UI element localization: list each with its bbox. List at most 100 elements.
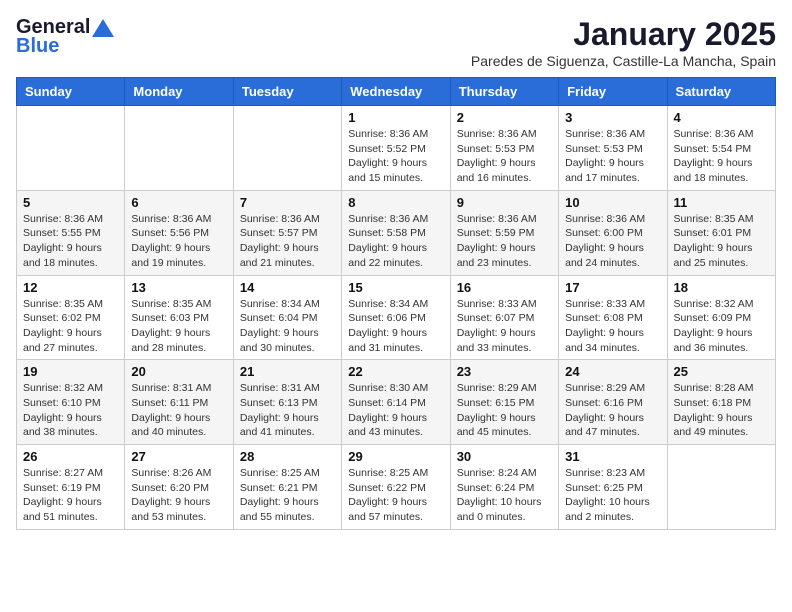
- day-number: 22: [348, 364, 443, 379]
- day-info: Sunrise: 8:36 AM Sunset: 5:53 PM Dayligh…: [565, 127, 660, 186]
- calendar-day-30: 30 Sunrise: 8:24 AM Sunset: 6:24 PM Dayli…: [450, 445, 558, 530]
- calendar-day-21: 21Sunrise: 8:31 AM Sunset: 6:13 PM Dayli…: [233, 360, 341, 445]
- logo-blue-text: Blue: [16, 35, 59, 58]
- day-number: 3: [565, 110, 660, 125]
- day-number: 11: [674, 195, 769, 210]
- calendar-header-wednesday: Wednesday: [342, 78, 450, 106]
- day-info: Sunrise: 8:27 AM Sunset: 6:19 PM Dayligh…: [23, 466, 118, 525]
- calendar-day-29: 29 Sunrise: 8:25 AM Sunset: 6:22 PM Dayli…: [342, 445, 450, 530]
- day-number: 23: [457, 364, 552, 379]
- day-number: 1: [348, 110, 443, 125]
- day-info: Sunrise: 8:29 AM Sunset: 6:15 PM Dayligh…: [457, 381, 552, 440]
- day-number: 16: [457, 280, 552, 295]
- day-info: Sunrise: 8:33 AM Sunset: 6:08 PM Dayligh…: [565, 297, 660, 356]
- page-header: General Blue January 2025 Paredes de Sig…: [16, 16, 776, 69]
- day-info: Sunrise: 8:32 AM Sunset: 6:10 PM Dayligh…: [23, 381, 118, 440]
- day-number: 9: [457, 195, 552, 210]
- day-info: Sunrise: 8:36 AM Sunset: 5:58 PM Dayligh…: [348, 212, 443, 271]
- day-info: Sunrise: 8:35 AM Sunset: 6:03 PM Dayligh…: [131, 297, 226, 356]
- day-number: 29: [348, 449, 443, 464]
- calendar-week-row: 19 Sunrise: 8:32 AM Sunset: 6:10 PM Dayli…: [17, 360, 776, 445]
- day-number: 8: [348, 195, 443, 210]
- calendar-day-6: 6 Sunrise: 8:36 AM Sunset: 5:56 PM Daylig…: [125, 190, 233, 275]
- day-info: Sunrise: 8:25 AM Sunset: 6:22 PM Dayligh…: [348, 466, 443, 525]
- calendar-week-row: 1 Sunrise: 8:36 AM Sunset: 5:52 PM Daylig…: [17, 106, 776, 191]
- calendar-day-9: 9 Sunrise: 8:36 AM Sunset: 5:59 PM Daylig…: [450, 190, 558, 275]
- calendar-day-19: 19 Sunrise: 8:32 AM Sunset: 6:10 PM Dayli…: [17, 360, 125, 445]
- day-info: Sunrise: 8:28 AM Sunset: 6:18 PM Dayligh…: [674, 381, 769, 440]
- day-info: Sunrise: 8:30 AM Sunset: 6:14 PM Dayligh…: [348, 381, 443, 440]
- day-number: 15: [348, 280, 443, 295]
- calendar-header-thursday: Thursday: [450, 78, 558, 106]
- calendar-header-sunday: Sunday: [17, 78, 125, 106]
- day-info: Sunrise: 8:33 AM Sunset: 6:07 PM Dayligh…: [457, 297, 552, 356]
- calendar-week-row: 12 Sunrise: 8:35 AM Sunset: 6:02 PM Dayli…: [17, 275, 776, 360]
- calendar-day-23: 23 Sunrise: 8:29 AM Sunset: 6:15 PM Dayli…: [450, 360, 558, 445]
- day-info: Sunrise: 8:36 AM Sunset: 5:57 PM Dayligh…: [240, 212, 335, 271]
- calendar-header-row: SundayMondayTuesdayWednesdayThursdayFrid…: [17, 78, 776, 106]
- day-number: 18: [674, 280, 769, 295]
- calendar-day-4: 4Sunrise: 8:36 AM Sunset: 5:54 PM Daylig…: [667, 106, 775, 191]
- day-number: 27: [131, 449, 226, 464]
- day-number: 13: [131, 280, 226, 295]
- day-number: 28: [240, 449, 335, 464]
- day-info: Sunrise: 8:26 AM Sunset: 6:20 PM Dayligh…: [131, 466, 226, 525]
- calendar-day-13: 13 Sunrise: 8:35 AM Sunset: 6:03 PM Dayli…: [125, 275, 233, 360]
- calendar-day-31: 31Sunrise: 8:23 AM Sunset: 6:25 PM Dayli…: [559, 445, 667, 530]
- calendar-day-15: 15Sunrise: 8:34 AM Sunset: 6:06 PM Dayli…: [342, 275, 450, 360]
- calendar-day-10: 10 Sunrise: 8:36 AM Sunset: 6:00 PM Dayli…: [559, 190, 667, 275]
- day-number: 24: [565, 364, 660, 379]
- day-info: Sunrise: 8:34 AM Sunset: 6:04 PM Dayligh…: [240, 297, 335, 356]
- day-info: Sunrise: 8:31 AM Sunset: 6:11 PM Dayligh…: [131, 381, 226, 440]
- calendar-day-2: 2Sunrise: 8:36 AM Sunset: 5:53 PM Daylig…: [450, 106, 558, 191]
- day-info: Sunrise: 8:36 AM Sunset: 5:59 PM Dayligh…: [457, 212, 552, 271]
- calendar-table: SundayMondayTuesdayWednesdayThursdayFrid…: [16, 77, 776, 530]
- calendar-day-17: 17Sunrise: 8:33 AM Sunset: 6:08 PM Dayli…: [559, 275, 667, 360]
- day-info: Sunrise: 8:36 AM Sunset: 5:56 PM Dayligh…: [131, 212, 226, 271]
- calendar-header-saturday: Saturday: [667, 78, 775, 106]
- calendar-day-7: 7 Sunrise: 8:36 AM Sunset: 5:57 PM Daylig…: [233, 190, 341, 275]
- calendar-title: January 2025: [471, 16, 776, 53]
- calendar-day-5: 5 Sunrise: 8:36 AM Sunset: 5:55 PM Daylig…: [17, 190, 125, 275]
- logo: General Blue: [16, 16, 114, 58]
- day-info: Sunrise: 8:25 AM Sunset: 6:21 PM Dayligh…: [240, 466, 335, 525]
- calendar-day-24: 24 Sunrise: 8:29 AM Sunset: 6:16 PM Dayli…: [559, 360, 667, 445]
- calendar-empty-cell: [233, 106, 341, 191]
- calendar-day-11: 11 Sunrise: 8:35 AM Sunset: 6:01 PM Dayli…: [667, 190, 775, 275]
- day-number: 20: [131, 364, 226, 379]
- day-number: 10: [565, 195, 660, 210]
- calendar-day-26: 26 Sunrise: 8:27 AM Sunset: 6:19 PM Dayli…: [17, 445, 125, 530]
- day-number: 31: [565, 449, 660, 464]
- calendar-week-row: 5 Sunrise: 8:36 AM Sunset: 5:55 PM Daylig…: [17, 190, 776, 275]
- day-info: Sunrise: 8:36 AM Sunset: 5:52 PM Dayligh…: [348, 127, 443, 186]
- day-info: Sunrise: 8:36 AM Sunset: 5:53 PM Dayligh…: [457, 127, 552, 186]
- calendar-empty-cell: [17, 106, 125, 191]
- day-number: 30: [457, 449, 552, 464]
- day-info: Sunrise: 8:36 AM Sunset: 6:00 PM Dayligh…: [565, 212, 660, 271]
- calendar-day-22: 22 Sunrise: 8:30 AM Sunset: 6:14 PM Dayli…: [342, 360, 450, 445]
- calendar-day-20: 20 Sunrise: 8:31 AM Sunset: 6:11 PM Dayli…: [125, 360, 233, 445]
- calendar-day-14: 14Sunrise: 8:34 AM Sunset: 6:04 PM Dayli…: [233, 275, 341, 360]
- day-number: 7: [240, 195, 335, 210]
- logo-icon: [92, 19, 114, 37]
- day-number: 12: [23, 280, 118, 295]
- calendar-empty-cell: [125, 106, 233, 191]
- day-number: 4: [674, 110, 769, 125]
- calendar-day-25: 25Sunrise: 8:28 AM Sunset: 6:18 PM Dayli…: [667, 360, 775, 445]
- calendar-day-16: 16 Sunrise: 8:33 AM Sunset: 6:07 PM Dayli…: [450, 275, 558, 360]
- calendar-day-12: 12 Sunrise: 8:35 AM Sunset: 6:02 PM Dayli…: [17, 275, 125, 360]
- day-info: Sunrise: 8:35 AM Sunset: 6:02 PM Dayligh…: [23, 297, 118, 356]
- day-number: 19: [23, 364, 118, 379]
- calendar-header-monday: Monday: [125, 78, 233, 106]
- day-info: Sunrise: 8:35 AM Sunset: 6:01 PM Dayligh…: [674, 212, 769, 271]
- day-number: 5: [23, 195, 118, 210]
- day-info: Sunrise: 8:31 AM Sunset: 6:13 PM Dayligh…: [240, 381, 335, 440]
- day-info: Sunrise: 8:29 AM Sunset: 6:16 PM Dayligh…: [565, 381, 660, 440]
- calendar-day-27: 27 Sunrise: 8:26 AM Sunset: 6:20 PM Dayli…: [125, 445, 233, 530]
- day-number: 6: [131, 195, 226, 210]
- calendar-header-friday: Friday: [559, 78, 667, 106]
- day-info: Sunrise: 8:36 AM Sunset: 5:55 PM Dayligh…: [23, 212, 118, 271]
- day-info: Sunrise: 8:24 AM Sunset: 6:24 PM Dayligh…: [457, 466, 552, 525]
- day-info: Sunrise: 8:32 AM Sunset: 6:09 PM Dayligh…: [674, 297, 769, 356]
- day-number: 26: [23, 449, 118, 464]
